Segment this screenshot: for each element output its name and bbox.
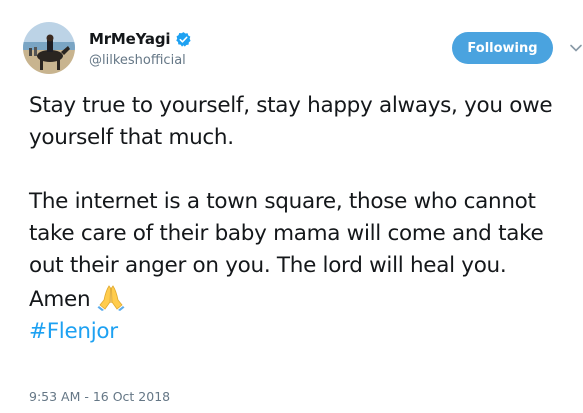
avatar-photo — [23, 22, 75, 74]
tweet-paragraph-1: Stay true to yourself, stay happy always… — [29, 93, 553, 150]
author-handle[interactable]: @lilkeshofficial — [89, 53, 186, 68]
folded-hands-icon — [96, 282, 126, 312]
chevron-down-icon[interactable] — [569, 40, 583, 54]
author-display-name[interactable]: MrMeYagi — [89, 30, 171, 48]
verified-badge-icon — [175, 31, 192, 48]
tweet-paragraph-2: The internet is a town square, those who… — [29, 189, 544, 278]
tweet-amen-line: Amen — [29, 282, 574, 316]
amen-text: Amen — [29, 287, 91, 312]
tweet-card: MrMeYagi @lilkeshofficial Following Stay… — [0, 0, 583, 413]
following-button[interactable]: Following — [452, 32, 553, 64]
hashtag-link[interactable]: #Flenjor — [29, 316, 574, 348]
author-name-row[interactable]: MrMeYagi — [89, 28, 192, 50]
avatar[interactable] — [23, 22, 75, 74]
tweet-timestamp[interactable]: 9:53 AM - 16 Oct 2018 — [29, 389, 170, 404]
tweet-text: Stay true to yourself, stay happy always… — [29, 90, 574, 348]
